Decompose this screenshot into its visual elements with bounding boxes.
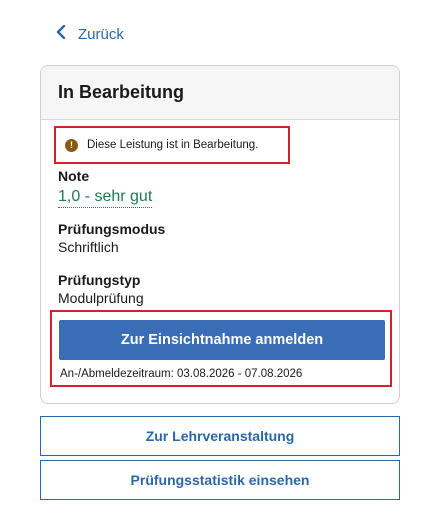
- course-button[interactable]: Zur Lehrveranstaltung: [40, 416, 400, 456]
- back-link-label: Zurück: [78, 25, 124, 43]
- exam-type-label: Prüfungstyp: [58, 272, 141, 288]
- exam-result-card: In Bearbeitung ! Diese Leistung ist in B…: [40, 65, 400, 404]
- back-link[interactable]: Zurück: [56, 24, 124, 44]
- card-title: In Bearbeitung: [58, 82, 185, 102]
- exam-statistics-button[interactable]: Prüfungsstatistik einsehen: [40, 460, 400, 500]
- exam-mode-value: Schriftlich: [58, 239, 119, 255]
- register-inspection-button[interactable]: Zur Einsichtnahme anmelden: [59, 320, 385, 360]
- card-header: In Bearbeitung: [41, 66, 399, 120]
- exam-type-value: Modulprüfung: [58, 290, 144, 306]
- chevron-left-icon: [56, 24, 66, 43]
- inspection-registration-box: Zur Einsichtnahme anmelden An-/Abmeldeze…: [50, 310, 392, 387]
- status-notice-text: Diese Leistung ist in Bearbeitung.: [87, 139, 259, 151]
- grade-value[interactable]: 1,0 - sehr gut: [58, 187, 153, 208]
- exam-mode-label: Prüfungsmodus: [58, 221, 166, 237]
- exclamation-icon: !: [65, 138, 78, 152]
- grade-label: Note: [58, 168, 90, 184]
- registration-period-text: An-/Abmeldezeitraum: 03.08.2026 - 07.08.…: [60, 368, 303, 380]
- status-notice: ! Diese Leistung ist in Bearbeitung.: [54, 126, 290, 164]
